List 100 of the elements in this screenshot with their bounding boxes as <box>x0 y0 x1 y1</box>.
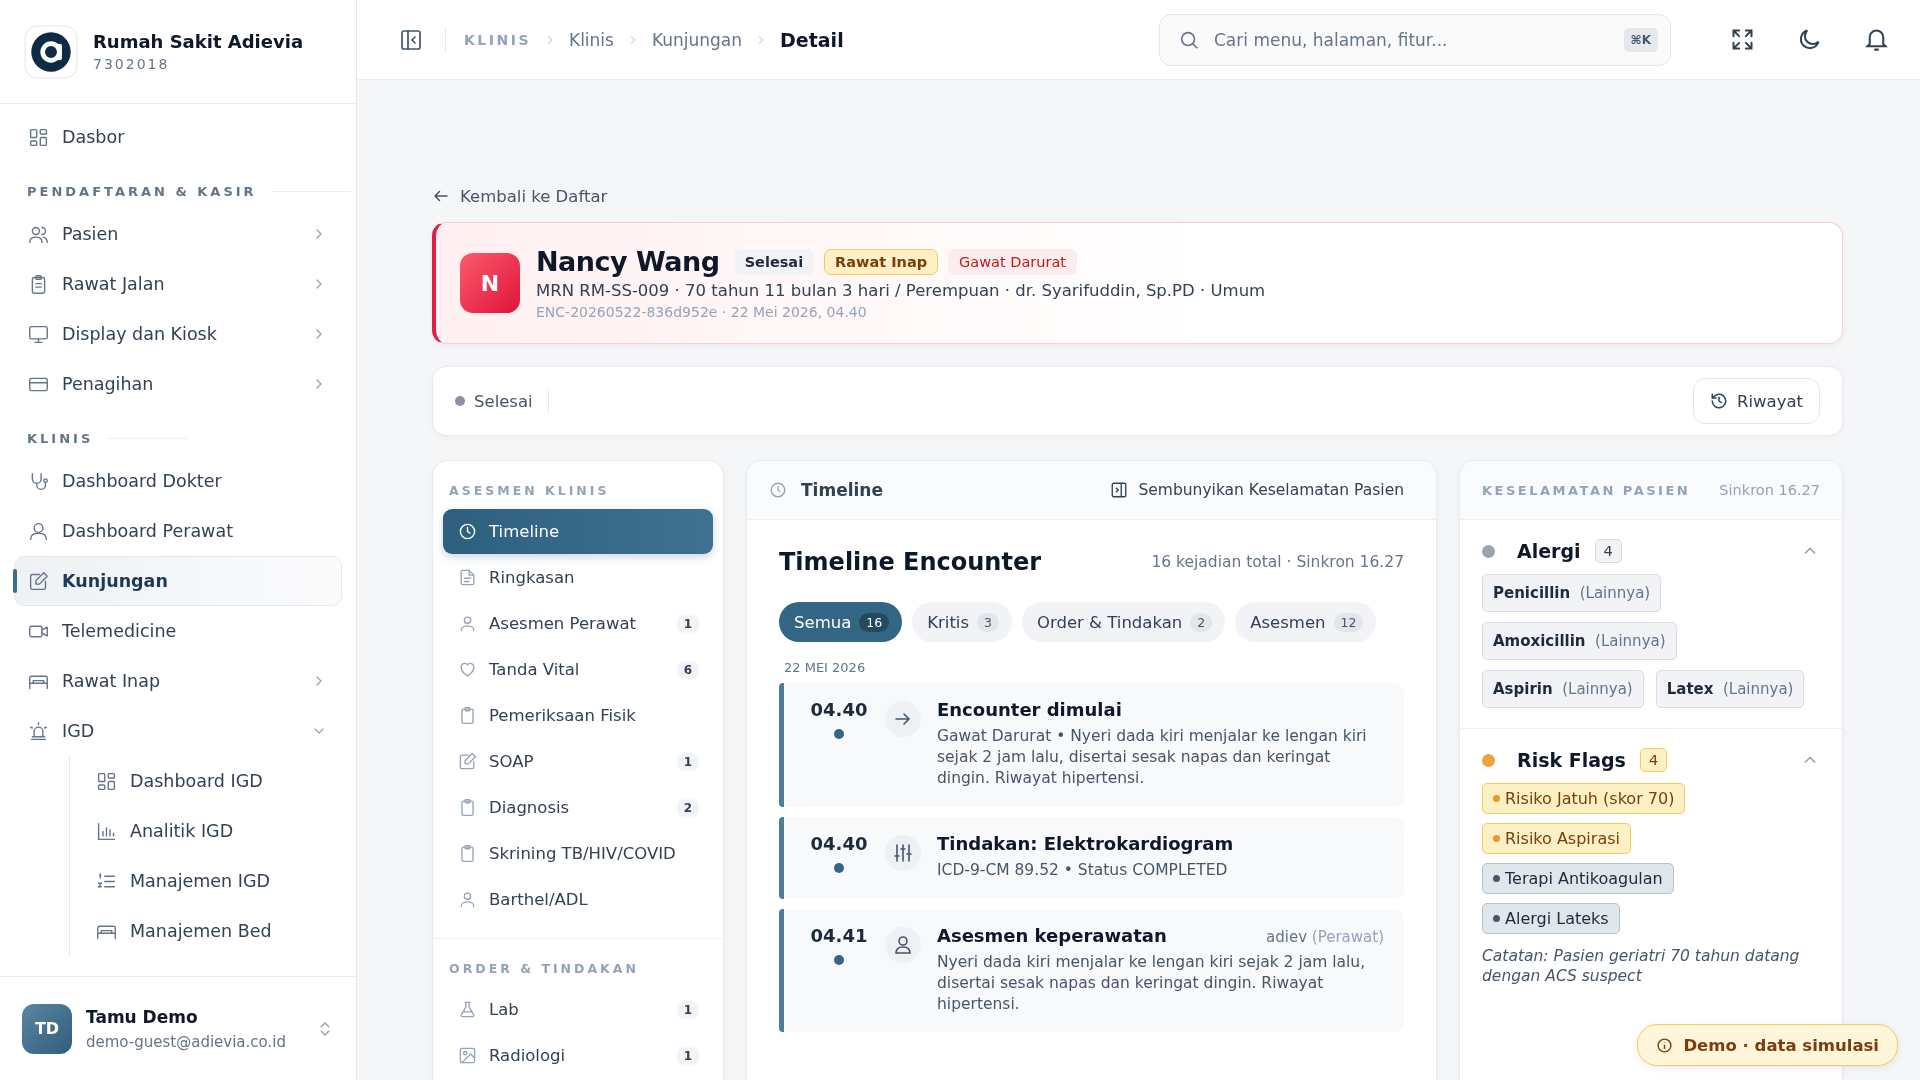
menu-item[interactable]: Lab 1 <box>443 987 713 1032</box>
menu-item[interactable]: Skrining TB/HIV/COVID <box>443 831 713 876</box>
info-icon <box>1656 1036 1674 1054</box>
edit-icon <box>458 752 477 771</box>
nav-item[interactable]: Kunjungan <box>14 556 342 606</box>
nav-item[interactable]: Dashboard Perawat <box>14 506 342 556</box>
chart-icon <box>96 820 117 842</box>
status-badge: Rawat Inap <box>824 248 939 275</box>
patient-details: MRN RM-SS-009 · 70 tahun 11 bulan 3 hari / Perempuan · dr. Syarifuddin, Sp.PD · Umum <box>536 281 1266 300</box>
menu-item[interactable]: Asesmen Perawat 1 <box>443 601 713 646</box>
panel-title: Timeline <box>801 480 884 500</box>
filter-chip[interactable]: Asesmen 12 <box>1235 602 1377 642</box>
clock-icon <box>458 522 477 541</box>
event-description: Nyeri dada kiri menjalar ke lengan kiri sejak 2 jam lalu, disertai sesak napas dan keringat dingin. Riwayat hipertensi. <box>937 951 1367 1015</box>
clock-icon <box>769 481 787 499</box>
allergy-tag: Latex (Lainnya) <box>1655 670 1805 708</box>
arrow-right-icon <box>885 701 921 737</box>
status-label: Selesai <box>474 391 533 411</box>
nav-item[interactable]: IGD <box>14 706 342 756</box>
breadcrumb-link[interactable]: Kunjungan <box>651 29 743 50</box>
demo-toast: Demo · data simulasi <box>1637 1024 1898 1066</box>
status-badge: Selesai <box>733 248 815 275</box>
nav-item[interactable]: Rawat Inap <box>14 656 342 706</box>
menu-item[interactable]: Diagnosis 2 <box>443 785 713 830</box>
nav-item[interactable]: Dashboard Dokter <box>14 456 342 506</box>
nav-item[interactable]: Telemedicine <box>14 606 342 656</box>
section-title: Alergi <box>1517 540 1581 562</box>
bell-icon[interactable] <box>1863 26 1890 53</box>
nav-item[interactable]: Analitik IGD <box>70 806 342 856</box>
menu-item[interactable]: Ringkasan <box>443 555 713 600</box>
user-icon <box>458 614 477 633</box>
timeline-dot-icon <box>834 954 844 965</box>
nav-item[interactable]: Dashboard IGD <box>70 756 342 806</box>
nav-item[interactable]: Pasien <box>14 209 342 259</box>
panel-icon <box>1110 481 1129 499</box>
section-heading: ASESMEN KLINIS <box>448 483 611 500</box>
fullscreen-icon[interactable] <box>1729 26 1756 53</box>
event-title: Encounter dimulai <box>937 699 1122 720</box>
menu-item[interactable]: Timeline <box>443 509 713 554</box>
event-time: 04.40 <box>810 832 868 854</box>
user-avatar: TD <box>22 1003 72 1054</box>
hide-safety-button[interactable]: Sembunyikan Keselamatan Pasien <box>1110 481 1404 499</box>
user-icon <box>28 520 49 542</box>
menu-item[interactable]: Radiologi 1 <box>443 1033 713 1078</box>
image-icon <box>458 1046 477 1065</box>
hospital-name: Rumah Sakit Adievia <box>93 31 304 52</box>
nav-item[interactable]: Manajemen Bed <box>70 906 342 956</box>
risk-flag-tag: Alergi Lateks <box>1482 903 1620 934</box>
event-time: 04.40 <box>810 699 868 720</box>
filter-chip[interactable]: Kritis 3 <box>912 602 1012 642</box>
note-text: Catatan: Pasien geriatri 70 tahun datang dengan ACS suspect <box>1482 946 1801 987</box>
sync-time: Sinkron 16.27 <box>1719 482 1820 498</box>
event-description: ICD-9-CM 89.52 • Status COMPLETED <box>937 859 1229 881</box>
event-title: Tindakan: Elektrokardiogram <box>937 832 1234 854</box>
filter-chip[interactable]: Semua 16 <box>779 602 903 642</box>
hospital-code: 7302018 <box>93 56 171 72</box>
menu-item[interactable]: Pemeriksaan Fisik <box>443 693 713 738</box>
filter-chip[interactable]: Order & Tindakan 2 <box>1022 602 1226 642</box>
clip-icon <box>458 706 477 725</box>
timeline-heading: Timeline Encounter <box>779 548 1041 576</box>
search-input[interactable]: Cari menu, halaman, fitur... <box>1212 28 1612 51</box>
nav-item[interactable]: Display dan Kiosk <box>14 309 342 359</box>
nav-item[interactable]: Manajemen IGD <box>70 856 342 906</box>
menu-item[interactable]: Tanda Vital 6 <box>443 647 713 692</box>
edit-icon <box>28 570 49 592</box>
siren-icon <box>28 720 49 742</box>
search-field[interactable]: Cari menu, halaman, fitur... ⌘K <box>1159 13 1671 66</box>
breadcrumb-link[interactable]: Klinis <box>569 29 614 50</box>
history-icon <box>1710 392 1728 410</box>
nav-item[interactable]: Dasbor <box>14 112 342 162</box>
history-button[interactable]: Riwayat <box>1693 378 1820 424</box>
back-link[interactable]: Kembali ke Daftar <box>432 184 608 208</box>
section-heading: KLINIS <box>27 431 94 446</box>
count-badge: 6 <box>676 660 699 679</box>
status-dot-icon <box>455 396 465 406</box>
count-badge: 4 <box>1639 748 1668 772</box>
count-badge: 4 <box>1594 539 1622 563</box>
menu-item[interactable]: Barthel/ADL <box>443 877 713 922</box>
panel-heading: KESELAMATAN PASIEN <box>1482 482 1691 498</box>
event-description: Gawat Darurat • Nyeri dada kiri menjalar ke lengan kiri sejak 2 jam lalu, disertai sesak napas dan keringat dingin. Riwayat hipertensi. <box>937 726 1368 789</box>
patient-name: Nancy Wang <box>536 246 720 277</box>
sliders-icon <box>885 834 921 871</box>
nav-item[interactable]: Penagihan <box>14 359 342 409</box>
menu-item[interactable]: SOAP 1 <box>443 739 713 784</box>
count-badge: 1 <box>676 1000 699 1019</box>
status-badge: Gawat Darurat <box>948 248 1077 275</box>
event-author: adiev (Perawat) <box>1266 927 1384 946</box>
sidebar-toggle-icon[interactable] <box>399 27 423 52</box>
risk-flag-tag: Terapi Antikoagulan <box>1482 863 1674 894</box>
user-email: demo-guest@adievia.co.id <box>86 1032 287 1051</box>
patient-avatar: N <box>460 253 520 313</box>
allergy-tag: Amoxicillin (Lainnya) <box>1482 622 1677 660</box>
count-badge: 1 <box>676 752 699 771</box>
nav-item[interactable]: Rawat Jalan <box>14 259 342 309</box>
clip-icon <box>458 798 477 817</box>
event-time: 04.41 <box>810 924 868 946</box>
timeline-dot-icon <box>834 729 844 739</box>
count-badge: 1 <box>676 1046 699 1065</box>
monitor-icon <box>28 323 49 345</box>
section-title: Risk Flags <box>1517 749 1626 771</box>
